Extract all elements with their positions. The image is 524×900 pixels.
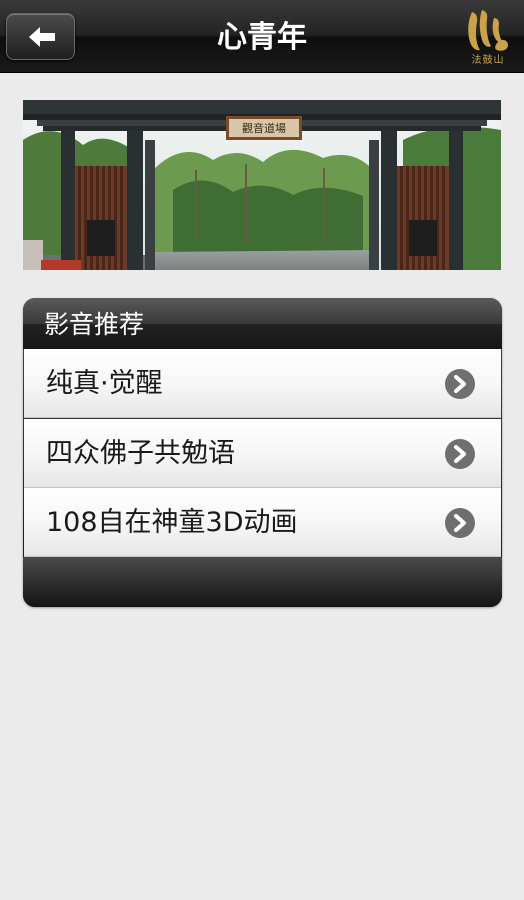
chevron-right-icon: [445, 508, 475, 538]
chevron-right-icon: [445, 439, 475, 469]
page-title: 心青年: [217, 20, 307, 55]
logo-text: 法鼓山: [471, 55, 505, 66]
dharma-drum-logo[interactable]: 法鼓山: [464, 8, 512, 66]
list-item-label: 纯真·觉醒: [46, 368, 163, 399]
list-item-108-animation[interactable]: 108自在神童3D动画: [24, 488, 501, 557]
top-bar: 心青年 法鼓山: [0, 0, 524, 73]
panel-footer: [23, 557, 502, 607]
section-title: 影音推荐: [23, 298, 502, 349]
list-item-chunzhen[interactable]: 纯真·觉醒: [24, 349, 501, 418]
temple-gate-photo: 觀音道場: [23, 100, 501, 270]
gate-sign: 觀音道場: [242, 121, 286, 135]
list-item-label: 四众佛子共勉语: [46, 438, 235, 469]
list-item-label: 108自在神童3D动画: [46, 507, 298, 538]
media-recommend-panel: 影音推荐 纯真·觉醒 四众佛子共勉语 108自在神童3D动画: [23, 298, 502, 607]
list-item-sizhong[interactable]: 四众佛子共勉语: [24, 419, 501, 488]
chevron-right-icon: [445, 369, 475, 399]
